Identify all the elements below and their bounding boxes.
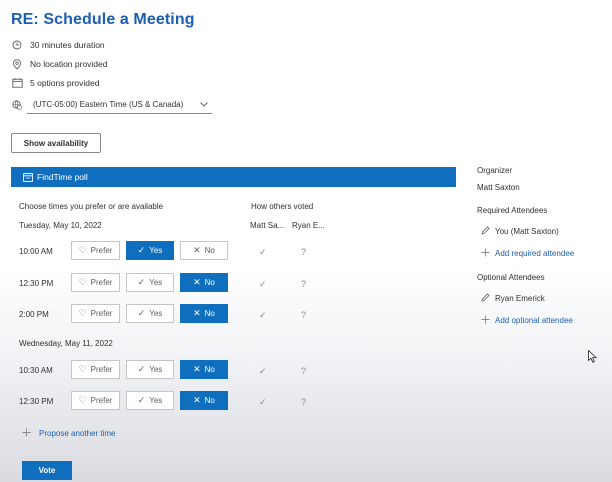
checkmark-icon: ✓ bbox=[137, 277, 146, 287]
page-title: RE: Schedule a Meeting bbox=[11, 11, 195, 28]
checkmark-icon: ✓ bbox=[137, 245, 146, 255]
timezone-select[interactable]: (UTC-05:00) Eastern Time (US & Canada) bbox=[27, 96, 212, 114]
yes-button[interactable]: ✓ Yes bbox=[126, 360, 174, 379]
options-text: 5 options provided bbox=[30, 78, 100, 88]
no-button[interactable]: ✕ No bbox=[180, 360, 228, 379]
vote-mark: ? bbox=[301, 366, 307, 376]
yes-button[interactable]: ✓ Yes bbox=[126, 391, 174, 410]
x-icon: ✕ bbox=[193, 308, 201, 318]
prefer-button[interactable]: ♡ Prefer bbox=[71, 304, 120, 323]
vote-mark: ✓ bbox=[259, 247, 267, 257]
no-button[interactable]: ✕ No bbox=[180, 241, 228, 260]
organizer-heading: Organizer bbox=[477, 166, 513, 175]
yes-button[interactable]: ✓ Yes bbox=[126, 304, 174, 323]
clock-icon bbox=[11, 39, 23, 51]
attendee-name: Ryan Emerick bbox=[495, 294, 545, 303]
voter-name: Ryan E... bbox=[292, 221, 325, 230]
time-label: 10:00 AM bbox=[19, 247, 53, 256]
voter-name: Matt Sa... bbox=[250, 221, 285, 230]
checkmark-icon: ✓ bbox=[137, 395, 146, 405]
location-row: No location provided bbox=[11, 57, 108, 71]
organizer-name: Matt Saxton bbox=[477, 183, 520, 192]
date-heading: Tuesday, May 10, 2022 bbox=[19, 221, 102, 230]
time-label: 12:30 PM bbox=[19, 397, 54, 406]
yes-button[interactable]: ✓ Yes bbox=[126, 241, 174, 260]
x-icon: ✕ bbox=[193, 395, 201, 405]
no-button[interactable]: ✕ No bbox=[180, 304, 228, 323]
optional-attendees-heading: Optional Attendees bbox=[477, 273, 545, 282]
choose-times-label: Choose times you prefer or are available bbox=[19, 202, 164, 211]
calendar-icon bbox=[11, 77, 23, 89]
heart-icon: ♡ bbox=[78, 395, 87, 405]
checkmark-icon: ✓ bbox=[137, 364, 146, 374]
chevron-down-icon bbox=[200, 100, 208, 109]
pencil-icon bbox=[481, 293, 490, 304]
plus-icon bbox=[481, 315, 490, 326]
vote-mark: ✓ bbox=[259, 397, 267, 407]
prefer-button[interactable]: ♡ Prefer bbox=[71, 360, 120, 379]
options-row: 5 options provided bbox=[11, 76, 99, 90]
time-label: 12:30 PM bbox=[19, 279, 54, 288]
required-attendee[interactable]: You (Matt Saxton) bbox=[481, 226, 559, 237]
heart-icon: ♡ bbox=[78, 245, 87, 255]
required-attendees-heading: Required Attendees bbox=[477, 206, 548, 215]
poll-icon bbox=[23, 172, 33, 182]
no-button[interactable]: ✕ No bbox=[180, 273, 228, 292]
attendee-name: You (Matt Saxton) bbox=[495, 227, 559, 236]
vote-mark: ? bbox=[301, 397, 307, 407]
x-icon: ✕ bbox=[193, 245, 201, 255]
no-button[interactable]: ✕ No bbox=[180, 391, 228, 410]
optional-attendee[interactable]: Ryan Emerick bbox=[481, 293, 545, 304]
pencil-icon bbox=[481, 226, 490, 237]
location-pin-icon bbox=[11, 58, 23, 70]
timezone-value: (UTC-05:00) Eastern Time (US & Canada) bbox=[33, 100, 184, 109]
time-label: 2:00 PM bbox=[19, 310, 49, 319]
mouse-cursor-icon bbox=[588, 349, 598, 365]
heart-icon: ♡ bbox=[78, 308, 87, 318]
add-optional-label: Add optional attendee bbox=[495, 316, 573, 325]
vote-mark: ✓ bbox=[259, 366, 267, 376]
duration-row: 30 minutes duration bbox=[11, 38, 105, 52]
heart-icon: ♡ bbox=[78, 277, 87, 287]
prefer-button[interactable]: ♡ Prefer bbox=[71, 391, 120, 410]
location-text: No location provided bbox=[30, 59, 108, 69]
prefer-button[interactable]: ♡ Prefer bbox=[71, 273, 120, 292]
plus-icon bbox=[481, 248, 490, 259]
x-icon: ✕ bbox=[193, 277, 201, 287]
yes-button[interactable]: ✓ Yes bbox=[126, 273, 174, 292]
vote-mark: ✓ bbox=[259, 310, 267, 320]
vote-mark: ? bbox=[301, 247, 307, 257]
globe-clock-icon bbox=[12, 100, 22, 112]
propose-time-link[interactable]: Propose another time bbox=[22, 428, 116, 439]
show-availability-button[interactable]: Show availability bbox=[11, 133, 101, 153]
vote-button[interactable]: Vote bbox=[22, 461, 72, 480]
add-optional-attendee-link[interactable]: Add optional attendee bbox=[481, 315, 573, 326]
duration-text: 30 minutes duration bbox=[30, 40, 105, 50]
plus-icon bbox=[22, 428, 31, 439]
checkmark-icon: ✓ bbox=[137, 308, 146, 318]
propose-label: Propose another time bbox=[39, 429, 116, 438]
date-heading: Wednesday, May 11, 2022 bbox=[19, 339, 113, 348]
heart-icon: ♡ bbox=[78, 364, 87, 374]
findtime-poll-header: FindTime poll bbox=[11, 167, 456, 187]
vote-mark: ? bbox=[301, 310, 307, 320]
vote-mark: ✓ bbox=[259, 279, 267, 289]
time-label: 10:30 AM bbox=[19, 366, 53, 375]
x-icon: ✕ bbox=[193, 364, 201, 374]
poll-header-text: FindTime poll bbox=[37, 172, 88, 182]
vote-mark: ? bbox=[301, 279, 307, 289]
add-required-label: Add required attendee bbox=[495, 249, 575, 258]
others-voted-label: How others voted bbox=[251, 202, 314, 211]
add-required-attendee-link[interactable]: Add required attendee bbox=[481, 248, 574, 259]
prefer-button[interactable]: ♡ Prefer bbox=[71, 241, 120, 260]
